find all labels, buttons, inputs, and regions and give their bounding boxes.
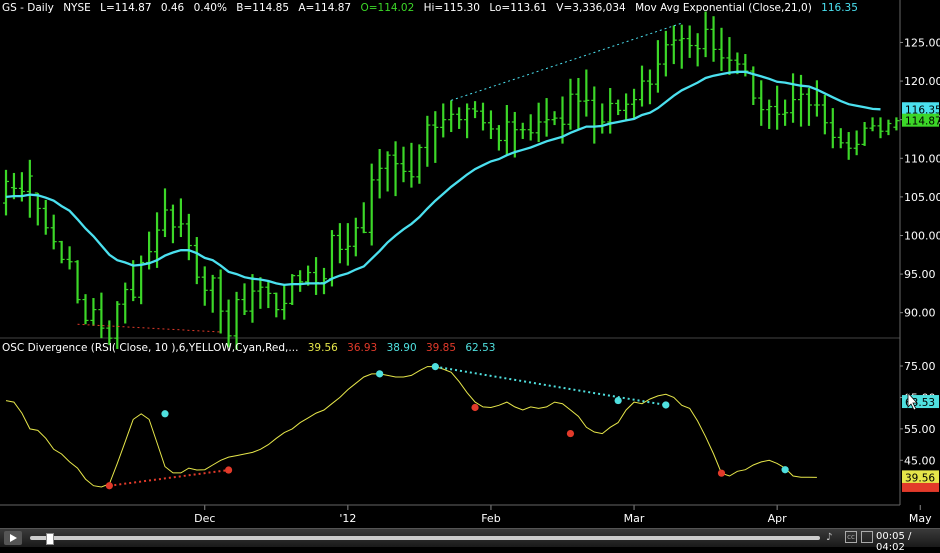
x-tick-label: '12 (339, 512, 356, 525)
osc-v3: 38.90 (386, 342, 417, 354)
osc-v2: 36.93 (347, 342, 378, 354)
pct-label: 0.40% (193, 2, 227, 14)
change-label: 0.46 (160, 2, 185, 14)
osc-marker-red (566, 429, 575, 438)
chart-area: 125.00120.00115.00110.00105.00100.0095.0… (0, 0, 940, 528)
low-label: Lo=113.61 (489, 2, 547, 14)
volume-label: V=3,336,034 (556, 2, 626, 14)
osc-marker-red (717, 469, 726, 477)
osc-yellow-value-box: 39.56 (905, 472, 935, 484)
osc-marker-red (105, 482, 113, 490)
osc-line (5, 366, 817, 488)
osc-marker-red (471, 403, 479, 412)
price-and-oscillator-chart: 125.00120.00115.00110.00105.00100.0095.0… (0, 0, 940, 525)
osc-divergence-line-red (109, 469, 229, 487)
volume-icon[interactable]: ♪ (826, 532, 832, 543)
osc-red-value-box (902, 482, 939, 492)
osc-marker-cyan (614, 396, 622, 405)
osc-marker-cyan (662, 401, 670, 409)
osc-marker-cyan (161, 410, 169, 418)
price-header: GS - Daily NYSE L=114.87 0.46 0.40% B=11… (2, 2, 864, 14)
osc-v1: 39.56 (307, 342, 338, 354)
price-y-tick-label: 95.00 (904, 268, 936, 281)
price-y-tick-label: 90.00 (904, 307, 936, 320)
x-tick-label: Mar (624, 512, 645, 525)
x-tick-label: May (909, 512, 932, 525)
osc-marker-cyan (376, 370, 384, 378)
exchange-label: NYSE (63, 2, 91, 14)
osc-y-tick-label: 75.00 (904, 360, 936, 373)
time-readout: 00:05 / 04:02 (876, 531, 912, 553)
ma-label: Mov Avg Exponential (Close,21,0) (635, 2, 812, 14)
x-tick-label: Feb (481, 512, 500, 525)
captions-icon[interactable]: cc (845, 531, 857, 543)
x-tick-label: Apr (768, 512, 788, 525)
ma-value: 116.35 (821, 2, 858, 14)
symbol-label: GS - Daily (2, 2, 54, 14)
osc-v5: 62.53 (465, 342, 496, 354)
price-divergence-line-red (77, 323, 221, 333)
osc-marker-cyan (431, 363, 439, 371)
last-label: L=114.87 (100, 2, 152, 14)
last-price-box: 114.87 (905, 116, 940, 128)
osc-y-tick-label: 55.00 (904, 423, 936, 436)
osc-marker-red (225, 466, 233, 474)
play-button[interactable] (4, 531, 22, 545)
price-y-tick-label: 125.00 (904, 36, 940, 49)
osc-label: OSC Divergence (RSI( Close, 10 ),6,YELLO… (2, 342, 299, 354)
ask-label: A=114.87 (298, 2, 352, 14)
price-divergence-line-cyan (451, 22, 682, 101)
price-y-tick-label: 105.00 (904, 191, 940, 204)
x-tick-label: Dec (194, 512, 215, 525)
high-label: Hi=115.30 (423, 2, 480, 14)
fullscreen-icon[interactable] (861, 531, 873, 543)
open-label: O=114.02 (360, 2, 415, 14)
price-y-tick-label: 110.00 (904, 152, 940, 165)
osc-v4: 39.85 (425, 342, 457, 354)
price-y-tick-label: 120.00 (904, 75, 940, 88)
price-y-tick-label: 100.00 (904, 229, 940, 242)
osc-y-tick-label: 45.00 (904, 454, 936, 467)
seek-handle[interactable] (45, 533, 54, 545)
seek-bar[interactable] (30, 533, 820, 545)
osc-header: OSC Divergence (RSI( Close, 10 ),6,YELLO… (2, 342, 501, 354)
osc-marker-cyan (781, 466, 789, 474)
bid-label: B=114.85 (236, 2, 290, 14)
video-player-bar: ♪ cc 00:05 / 04:02 (0, 528, 940, 553)
osc-divergence-line-cyan (435, 365, 667, 406)
